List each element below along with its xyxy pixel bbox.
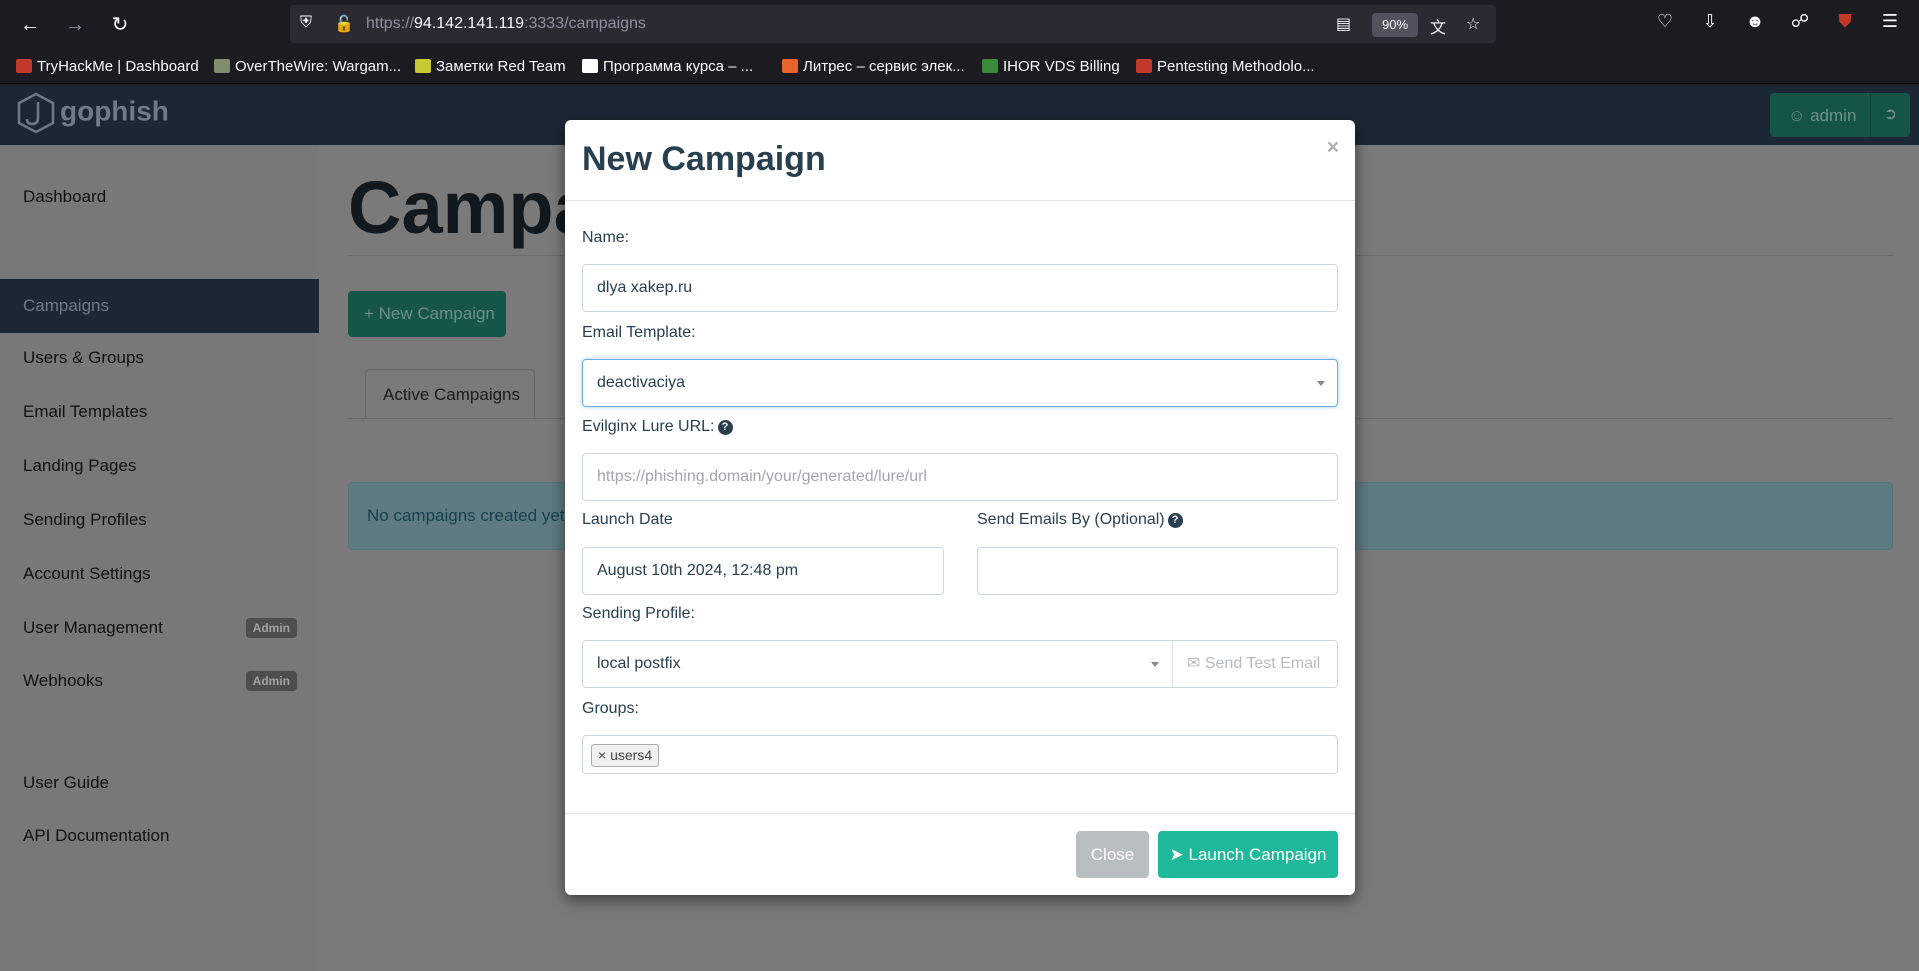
pocket-icon[interactable]: ♡	[1652, 11, 1678, 32]
bookmark-item[interactable]: TryHackMe | Dashboard	[16, 58, 199, 75]
url-text[interactable]: https://94.142.141.119:3333/campaigns	[366, 15, 646, 33]
sidebar-item-sending-profiles[interactable]: Sending Profiles	[0, 493, 319, 547]
bookmark-item[interactable]: Программа курса – ...	[582, 58, 753, 75]
sidebar: Dashboard Campaigns Users & Groups Email…	[0, 145, 319, 971]
sidebar-item-email-templates[interactable]: Email Templates	[0, 385, 319, 439]
modal-footer-divider	[565, 813, 1355, 814]
sidebar-item-account-settings[interactable]: Account Settings	[0, 547, 319, 601]
name-label: Name:	[582, 229, 630, 246]
lock-icon[interactable]: 🔓	[334, 14, 354, 34]
rocket-icon: ➤	[1169, 845, 1189, 864]
help-icon[interactable]: ?	[717, 420, 733, 435]
modal-header: New Campaign ×	[565, 120, 1355, 201]
launch-date-label: Launch Date	[582, 511, 673, 528]
bookmark-item[interactable]: Заметки Red Team	[415, 58, 566, 75]
bookmark-item[interactable]: IHOR VDS Billing	[982, 58, 1120, 75]
envelope-icon: ✉	[1187, 655, 1205, 672]
bookmark-star-icon[interactable]: ☆	[1466, 14, 1480, 34]
sending-profile-select[interactable]: local postfix	[582, 640, 1174, 688]
email-template-select[interactable]: deactivaciya	[582, 359, 1338, 407]
bookmark-item[interactable]: OverTheWire: Wargam...	[214, 58, 401, 75]
account-icon[interactable]: ☻	[1742, 11, 1768, 32]
send-test-email-button[interactable]: ✉ Send Test Email	[1172, 640, 1338, 688]
sidebar-item-landing-pages[interactable]: Landing Pages	[0, 439, 319, 493]
group-chip[interactable]: × users4	[591, 744, 660, 767]
sidebar-item-webhooks[interactable]: Webhooks Admin	[0, 654, 319, 708]
sending-profile-value: local postfix	[597, 655, 681, 672]
extensions-icon[interactable]: ☍	[1787, 11, 1813, 32]
sending-profile-label: Sending Profile:	[582, 605, 695, 622]
sidebar-item-user-management[interactable]: User Management Admin	[0, 601, 319, 655]
groups-input[interactable]: × users4	[582, 735, 1338, 774]
bookmark-item[interactable]: Литрес – сервис элек...	[782, 58, 965, 75]
bookmark-item[interactable]: Pentesting Methodolo...	[1136, 58, 1315, 75]
groups-label: Groups:	[582, 700, 639, 717]
ublock-icon[interactable]: ⛊	[1832, 11, 1858, 32]
send-by-label: Send Emails By (Optional)?	[977, 511, 1183, 529]
plus-icon: +	[364, 304, 379, 323]
url-bar[interactable]: ⛨ 🔓 https://94.142.141.119:3333/campaign…	[290, 5, 1496, 43]
bookmark-favicon-icon	[782, 59, 798, 73]
chevron-down-icon	[1317, 381, 1325, 386]
sidebar-item-dashboard[interactable]: Dashboard	[0, 170, 319, 224]
bookmark-favicon-icon	[1136, 59, 1152, 73]
back-icon[interactable]: ←	[16, 11, 44, 39]
sidebar-item-user-guide[interactable]: User Guide	[0, 756, 319, 810]
reader-view-icon[interactable]: ▤	[1336, 14, 1351, 34]
menu-icon[interactable]: ☰	[1877, 11, 1903, 32]
bookmark-favicon-icon	[16, 59, 32, 73]
close-button[interactable]: Close	[1076, 831, 1149, 878]
bookmark-favicon-icon	[214, 59, 230, 73]
zoom-level[interactable]: 90%	[1372, 13, 1418, 37]
logout-icon[interactable]: ➲	[1870, 93, 1910, 137]
gophish-logo[interactable]: gophish	[16, 92, 169, 134]
bookmark-favicon-icon	[582, 59, 598, 73]
admin-user-button[interactable]: ☺ admin ➲	[1770, 93, 1910, 137]
browser-toolbar: ← → ↻ ⛨ 🔓 https://94.142.141.119:3333/ca…	[0, 0, 1919, 50]
send-by-date-input[interactable]	[977, 547, 1338, 595]
download-icon[interactable]: ⇩	[1697, 11, 1723, 32]
lure-url-input[interactable]: https://phishing.domain/your/generated/l…	[582, 453, 1338, 501]
campaign-name-input[interactable]: dlya xakep.ru	[582, 264, 1338, 312]
new-campaign-modal: New Campaign × Name: dlya xakep.ru Email…	[565, 120, 1355, 895]
help-icon[interactable]: ?	[1167, 513, 1183, 528]
sidebar-item-users-groups[interactable]: Users & Groups	[0, 331, 319, 385]
close-icon[interactable]: ×	[1327, 136, 1339, 160]
bookmark-favicon-icon	[415, 59, 431, 73]
lure-url-label: Evilginx Lure URL:?	[582, 418, 733, 436]
email-template-value: deactivaciya	[597, 374, 686, 391]
gophish-hook-icon	[17, 92, 55, 134]
chevron-down-icon	[1151, 662, 1159, 667]
admin-badge: Admin	[245, 671, 297, 691]
user-icon: ☺	[1788, 106, 1811, 125]
forward-icon[interactable]: →	[61, 11, 89, 39]
shield-icon[interactable]: ⛨	[300, 14, 312, 32]
bookmark-favicon-icon	[982, 59, 998, 73]
email-template-label: Email Template:	[582, 324, 696, 341]
sidebar-item-campaigns[interactable]: Campaigns	[0, 279, 319, 333]
sidebar-item-api-documentation[interactable]: API Documentation	[0, 809, 319, 863]
sidebar-item-label: Webhooks	[23, 671, 104, 690]
admin-badge: Admin	[245, 618, 297, 638]
bookmarks-bar: TryHackMe | Dashboard OverTheWire: Warga…	[0, 50, 1919, 84]
sidebar-item-label: User Management	[23, 618, 163, 637]
new-campaign-button[interactable]: + New Campaign	[348, 291, 506, 337]
modal-title: New Campaign	[582, 140, 826, 178]
launch-date-input[interactable]: August 10th 2024, 12:48 pm	[582, 547, 944, 595]
remove-icon[interactable]: ×	[598, 747, 610, 763]
launch-campaign-button[interactable]: ➤ Launch Campaign	[1158, 831, 1338, 878]
reload-icon[interactable]: ↻	[106, 11, 134, 39]
tab-active-campaigns[interactable]: Active Campaigns	[365, 369, 535, 419]
translate-icon[interactable]: 文	[1430, 14, 1446, 38]
